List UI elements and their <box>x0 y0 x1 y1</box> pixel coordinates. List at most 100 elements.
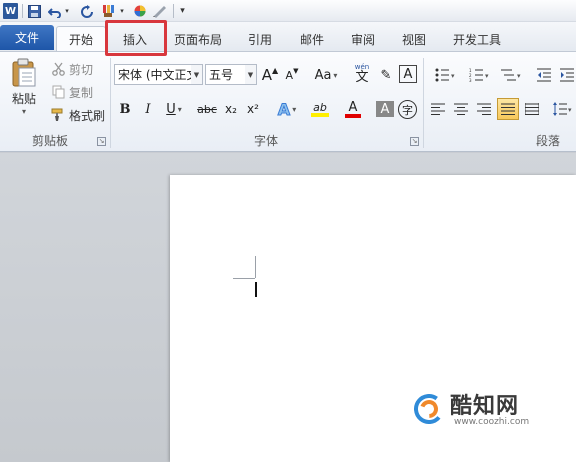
format-painter-icon <box>50 108 66 122</box>
superscript-button[interactable]: x² <box>244 98 262 120</box>
subscript-button[interactable]: x₂ <box>222 98 240 120</box>
underline-label: U <box>166 101 176 117</box>
align-left-button[interactable] <box>428 99 448 119</box>
align-right-icon <box>477 103 491 115</box>
coozhi-logo-icon <box>414 394 444 424</box>
format-brush-icon[interactable] <box>101 3 117 19</box>
format-painter-button[interactable]: 格式刷 <box>50 106 105 124</box>
text-effect-label: A <box>277 99 291 119</box>
strikethrough-button[interactable]: abc <box>196 98 218 120</box>
svg-text:▾: ▾ <box>451 72 455 80</box>
paste-dropdown-icon: ▾ <box>21 107 26 116</box>
undo-icon[interactable] <box>48 3 62 19</box>
pen-icon[interactable] <box>152 3 168 19</box>
chevron-down-icon: ▾ <box>177 104 182 114</box>
font-color-swatch <box>345 113 361 118</box>
tab-file[interactable]: 文件 <box>0 25 54 50</box>
increase-indent-button[interactable] <box>557 65 576 85</box>
enclose-characters-button[interactable]: 字 <box>398 100 417 119</box>
numbering-icon: 123▾ <box>469 68 489 82</box>
redo-icon[interactable] <box>80 3 94 19</box>
shrink-font-label: A <box>285 68 294 82</box>
customize-icon[interactable]: ▾ <box>178 3 187 19</box>
font-size-combo[interactable]: 五号 ▼ <box>205 64 257 85</box>
toolbar-divider <box>173 4 174 18</box>
eraser-icon: ✎ <box>380 67 392 83</box>
shrink-font-button[interactable]: A ▼ <box>283 64 301 86</box>
font-size-value: 五号 <box>209 68 234 82</box>
font-name-combo[interactable]: 宋体 (中文正文 ▼ <box>114 64 203 85</box>
clipboard-dialog-launcher-icon[interactable]: ↘ <box>97 137 106 146</box>
align-center-button[interactable] <box>451 99 471 119</box>
line-spacing-icon: ▾ <box>553 102 572 116</box>
paste-icon <box>11 58 37 88</box>
site-watermark: 酷知网 www.coozhi.com <box>410 384 560 432</box>
save-icon[interactable] <box>27 3 41 19</box>
multilevel-list-icon: ▾ <box>501 69 521 81</box>
tab-mailings[interactable]: 邮件 <box>292 26 332 52</box>
tab-view[interactable]: 视图 <box>394 26 434 52</box>
svg-text:▾: ▾ <box>485 72 489 80</box>
grow-font-button[interactable]: A ▲ <box>260 64 280 86</box>
watermark-title: 酷知网 <box>450 394 520 419</box>
change-case-label: Aa <box>314 67 332 83</box>
color-wheel-icon[interactable] <box>133 3 146 19</box>
tab-references[interactable]: 引用 <box>240 26 280 52</box>
decrease-indent-icon <box>537 68 551 82</box>
italic-button[interactable]: I <box>139 98 157 120</box>
tab-insert[interactable]: 插入 <box>112 26 158 52</box>
undo-dropdown-icon[interactable]: ▾ <box>63 3 71 19</box>
character-border-button[interactable]: A <box>399 65 417 83</box>
font-color-button[interactable]: A <box>339 98 367 120</box>
highlight-color-button[interactable]: ab <box>305 98 335 120</box>
font-group-label: 字体 <box>253 133 278 148</box>
bold-button[interactable]: B <box>116 98 134 120</box>
align-right-button[interactable] <box>474 99 494 119</box>
scissors-icon <box>50 62 66 76</box>
justify-button[interactable] <box>497 98 519 120</box>
char-border-label: A <box>403 66 413 82</box>
multilevel-list-button[interactable]: ▾ <box>497 65 525 85</box>
phonetic-char-label: 文 <box>355 70 369 85</box>
watermark-url: www.coozhi.com <box>454 417 530 427</box>
align-center-icon <box>454 103 468 115</box>
change-case-button[interactable]: Aa ▾ <box>312 64 340 86</box>
cut-label: 剪切 <box>69 62 94 77</box>
text-effects-button[interactable]: A ▾ <box>274 98 300 120</box>
paragraph-group-label: 段落 <box>535 133 560 148</box>
bullets-icon: ▾ <box>435 68 455 82</box>
distributed-button[interactable] <box>522 99 542 119</box>
chevron-down-icon: ▾ <box>292 104 297 114</box>
group-divider <box>423 58 424 148</box>
up-arrow-icon: ▲ <box>272 66 279 75</box>
phonetic-guide-button[interactable]: wén 文 <box>351 63 373 85</box>
tab-home[interactable]: 开始 <box>56 26 106 52</box>
paste-label: 粘贴 <box>11 92 36 106</box>
tab-developer[interactable]: 开发工具 <box>444 26 510 52</box>
increase-indent-icon <box>559 68 574 82</box>
line-spacing-button[interactable]: ▾ <box>550 99 576 119</box>
paste-button[interactable]: 粘贴 ▾ <box>6 58 42 118</box>
tab-page-layout[interactable]: 页面布局 <box>168 26 228 52</box>
ribbon-tab-bar: 文件 开始 插入 页面布局 引用 邮件 审阅 视图 开发工具 <box>0 22 576 52</box>
brush-dropdown-icon[interactable]: ▾ <box>118 3 126 19</box>
underline-button[interactable]: U ▾ <box>162 98 186 120</box>
character-shading-button[interactable]: A <box>376 101 394 117</box>
numbering-button[interactable]: 1 2 3 ▾ <box>464 65 494 85</box>
grow-font-label: A <box>261 66 273 84</box>
chevron-down-icon: ▼ <box>191 65 202 84</box>
decrease-indent-button[interactable] <box>534 65 554 85</box>
distributed-icon <box>525 103 539 115</box>
clear-formatting-button[interactable]: ✎ <box>376 64 396 86</box>
tab-review[interactable]: 审阅 <box>343 26 383 52</box>
cut-button[interactable]: 剪切 <box>50 60 93 78</box>
font-name-value: 宋体 (中文正文 <box>118 68 199 82</box>
copy-label: 复制 <box>69 85 94 100</box>
bullets-button[interactable]: ▾ <box>430 65 460 85</box>
word-icon[interactable]: W <box>3 3 18 19</box>
font-dialog-launcher-icon[interactable]: ↘ <box>410 137 419 146</box>
chevron-down-icon: ▾ <box>333 70 338 80</box>
toolbar-divider <box>22 4 23 18</box>
copy-button[interactable]: 复制 <box>50 83 93 101</box>
chevron-down-icon: ▼ <box>245 65 256 84</box>
